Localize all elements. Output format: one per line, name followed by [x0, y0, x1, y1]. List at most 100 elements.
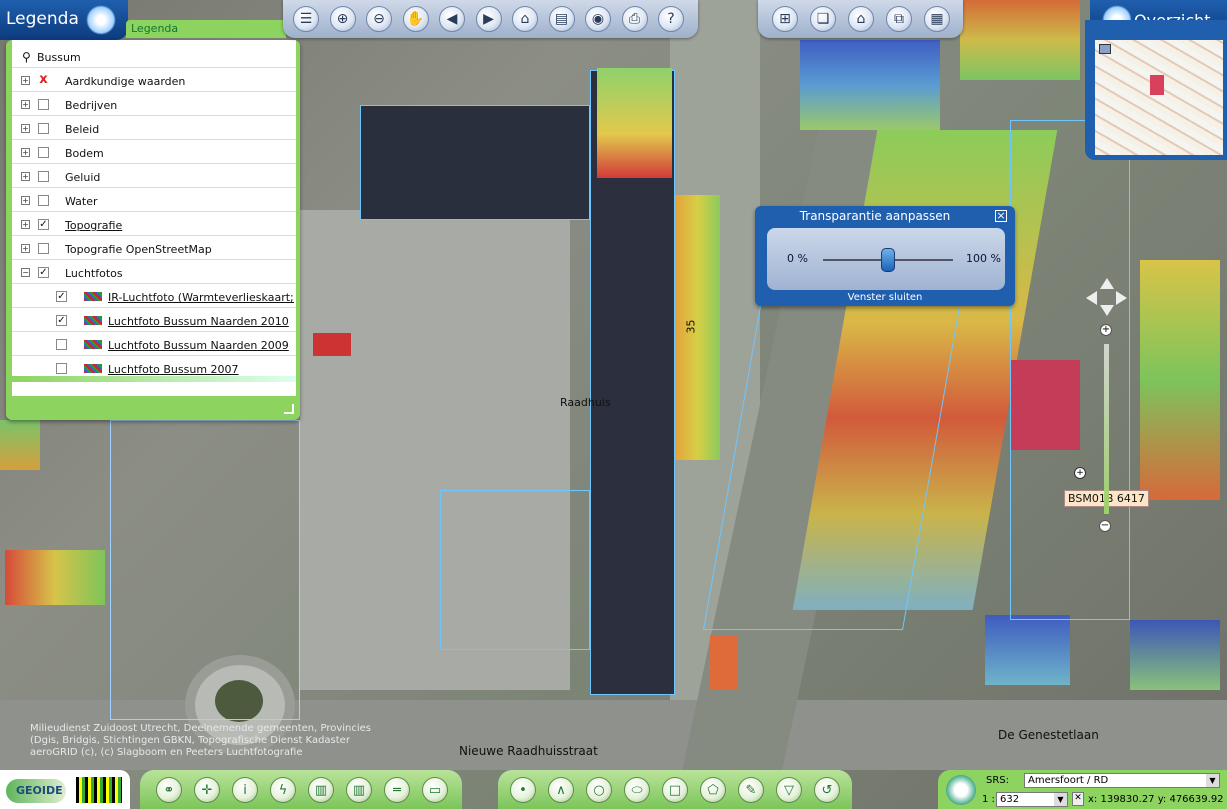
street-label: De Genestetlaan — [998, 728, 1099, 742]
zoom-out-icon[interactable]: ⊖ — [366, 6, 392, 32]
sublayer-item[interactable]: ✓ IR-Luchtfoto (Warmteverlieskaart; Bus: — [12, 286, 296, 308]
layer-home-icon[interactable]: ⌂ — [848, 6, 874, 32]
layer-info-icon[interactable]: ❏ — [810, 6, 836, 32]
expand-icon[interactable]: − — [21, 268, 30, 277]
sublayer-item[interactable]: Luchtfoto Bussum Naarden 2009 — [12, 334, 296, 356]
info-icon[interactable]: i — [232, 777, 258, 803]
compass-icon[interactable] — [946, 775, 976, 805]
circle-icon[interactable]: ○ — [586, 777, 612, 803]
layer-checkbox[interactable]: x — [38, 73, 49, 86]
resize-handle-icon[interactable] — [284, 404, 294, 414]
sublayer-label[interactable]: Luchtfoto Bussum Naarden 2010 — [108, 315, 294, 328]
copyright-text: Milieudienst Zuidoost Utrecht, Deelnemen… — [30, 723, 372, 758]
zoom-in-button[interactable]: + — [1100, 324, 1112, 336]
add-layer-icon[interactable]: ⊞ — [772, 6, 798, 32]
sublayer-label[interactable]: IR-Luchtfoto (Warmteverlieskaart; Bus: — [108, 291, 294, 304]
expand-icon[interactable]: + — [21, 76, 30, 85]
layer-checkbox[interactable]: ✓ — [38, 219, 49, 230]
overview-map[interactable] — [1095, 40, 1223, 155]
sublayer-item[interactable]: ✓ Luchtfoto Bussum Naarden 2010 — [12, 310, 296, 332]
legend-item-label: Topografie OpenStreetMap — [65, 243, 212, 256]
expand-icon[interactable]: + — [21, 172, 30, 181]
grid-icon[interactable]: ▦ — [924, 6, 950, 32]
legend-item[interactable]: + Beleid — [12, 118, 296, 140]
tower-icon[interactable]: ▥ — [346, 777, 372, 803]
line-icon[interactable]: ∧ — [548, 777, 574, 803]
area-ruler-icon[interactable]: ▭ — [422, 777, 448, 803]
freehand-icon[interactable]: ✎ — [738, 777, 764, 803]
layer-checkbox[interactable] — [38, 123, 49, 134]
layer-checkbox[interactable]: ✓ — [56, 315, 67, 326]
back-icon[interactable]: ◀ — [439, 6, 465, 32]
pentagon-icon[interactable]: ⬠ — [700, 777, 726, 803]
sublayer-label[interactable]: Luchtfoto Bussum Naarden 2009 — [108, 339, 294, 352]
menu-icon[interactable]: ☰ — [293, 6, 319, 32]
globe-icon[interactable]: ◉ — [585, 6, 611, 32]
help-icon[interactable]: ? — [658, 6, 684, 32]
legend-item[interactable]: + Water — [12, 190, 296, 212]
layer-checkbox[interactable] — [38, 195, 49, 206]
toggle-legend-icon[interactable] — [86, 5, 116, 35]
zoom-slider-track[interactable] — [1104, 344, 1109, 514]
print-icon[interactable]: ⎙ — [621, 6, 648, 32]
layer-swatch-icon — [84, 316, 102, 325]
layer-checkbox[interactable] — [38, 243, 49, 254]
zoom-out-button[interactable]: − — [1099, 520, 1111, 532]
transparency-slider-thumb[interactable] — [881, 248, 895, 272]
expand-icon[interactable]: + — [21, 124, 30, 133]
layer-checkbox[interactable] — [38, 147, 49, 158]
pan-hand-icon[interactable]: ✋ — [402, 6, 429, 32]
main-toolbar: ☰ ⊕ ⊖ ✋ ◀ ▶ ⌂ ▤ ◉ ⎙? — [283, 0, 698, 38]
status-bar: SRS: Amersfoort / RD ▼ 1 : 632 ▼ ✕ x: 1398… — [938, 770, 1227, 809]
undo-icon[interactable]: ↺ — [814, 777, 840, 803]
scale-select[interactable]: 632 ▼ — [996, 792, 1068, 807]
legend-item[interactable]: + Geluid — [12, 166, 296, 188]
transparency-dialog: Transparantie aanpassen × 0 % 100 % Vens… — [755, 206, 1015, 306]
bucket-icon[interactable]: ▽ — [776, 777, 802, 803]
point-icon[interactable]: • — [510, 777, 536, 803]
legend-item[interactable]: + Topografie OpenStreetMap — [12, 238, 296, 260]
legend-item[interactable]: + Bedrijven — [12, 94, 296, 116]
layer-checkbox[interactable] — [56, 339, 67, 350]
layer-checkbox[interactable] — [38, 99, 49, 110]
sublayer-label[interactable]: Luchtfoto Bussum 2007 — [108, 363, 294, 376]
legend-item[interactable]: + x Aardkundige waarden — [12, 70, 296, 92]
clear-icon[interactable]: ✕ — [1072, 792, 1084, 806]
ruler-icon[interactable]: ═ — [384, 777, 410, 803]
layer-checkbox[interactable] — [38, 171, 49, 182]
lightning-icon[interactable]: ϟ — [270, 777, 296, 803]
expand-icon[interactable]: + — [21, 244, 30, 253]
legend-item[interactable]: − ✓ Luchtfotos — [12, 262, 296, 284]
legend-item[interactable]: + Bodem — [12, 142, 296, 164]
overview-panel — [1085, 20, 1227, 160]
close-icon[interactable]: × — [995, 210, 1007, 222]
home-icon[interactable]: ⌂ — [512, 6, 538, 32]
chevron-down-icon: ▼ — [1054, 793, 1067, 806]
layers-icon[interactable]: ▤ — [548, 6, 575, 32]
srs-select[interactable]: Amersfoort / RD ▼ — [1024, 773, 1220, 788]
forward-icon[interactable]: ▶ — [475, 6, 502, 32]
building-icon[interactable]: ▥ — [308, 777, 334, 803]
legend-root[interactable]: ⚲ Bussum — [12, 46, 296, 68]
square-icon[interactable]: □ — [662, 777, 688, 803]
copy-icon[interactable]: ⧉ — [886, 6, 912, 32]
expand-icon[interactable]: + — [21, 100, 30, 109]
pan-control[interactable] — [1086, 278, 1128, 318]
legend-header[interactable]: Legenda — [0, 0, 128, 40]
layer-checkbox[interactable] — [56, 363, 67, 374]
map-marker-icon[interactable]: + — [1074, 467, 1086, 479]
street-label: Nieuwe Raadhuisstraat — [459, 744, 598, 758]
legend-tab[interactable]: Legenda — [126, 20, 286, 38]
crosshair-icon[interactable]: ✛ — [194, 777, 220, 803]
close-window-link[interactable]: Venster sluiten — [755, 292, 1015, 303]
expand-icon[interactable]: + — [21, 196, 30, 205]
layer-checkbox[interactable]: ✓ — [56, 291, 67, 302]
measure-toolbar: ⚭ ✛ i ϟ ▥ ▥ ═ ▭ — [140, 770, 462, 809]
layer-checkbox[interactable]: ✓ — [38, 267, 49, 278]
ellipse-icon[interactable]: ⬭ — [624, 777, 650, 803]
expand-icon[interactable]: + — [21, 148, 30, 157]
expand-icon[interactable]: + — [21, 220, 30, 229]
binoculars-icon[interactable]: ⚭ — [156, 777, 182, 803]
legend-item[interactable]: + ✓ Topografie — [12, 214, 296, 236]
zoom-in-icon[interactable]: ⊕ — [329, 6, 356, 32]
